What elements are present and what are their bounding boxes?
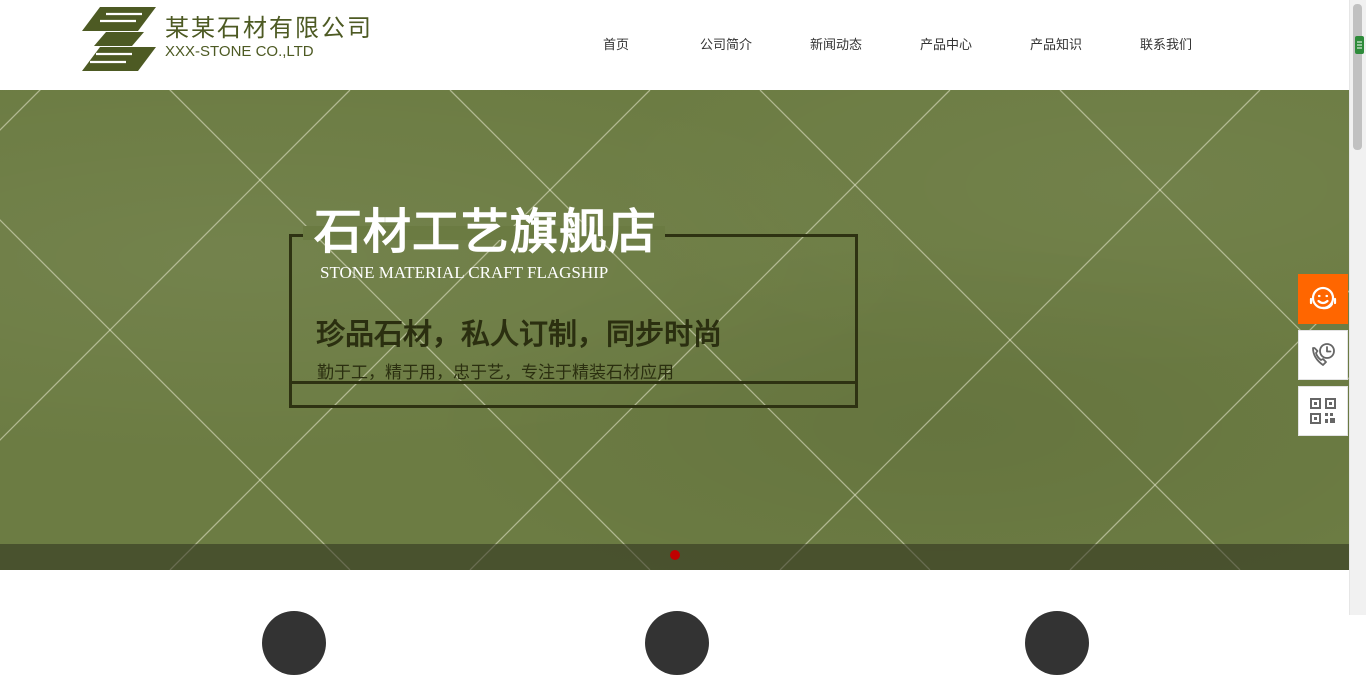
feature-circle [1025, 611, 1089, 675]
feature-circle [645, 611, 709, 675]
hero-banner[interactable]: 石材工艺旗舰店 STONE MATERIAL CRAFT FLAGSHIP 珍品… [0, 90, 1349, 570]
scrollbar-thumb[interactable] [1353, 4, 1362, 150]
nav-item-contact[interactable]: 联系我们 [1111, 30, 1221, 62]
slider-dot-active[interactable] [670, 550, 680, 560]
nav-item-products[interactable]: 产品中心 [891, 30, 1001, 62]
nav-item-home[interactable]: 首页 [561, 30, 671, 62]
logo-icon[interactable] [80, 6, 158, 72]
phone-icon [1312, 343, 1335, 366]
company-name-en: XXX-STONE CO.,LTD [165, 43, 314, 60]
customer-service-icon [1309, 286, 1337, 310]
qr-code-icon [1310, 398, 1336, 424]
qr-code-button[interactable] [1298, 386, 1348, 436]
banner-subtitle-en: STONE MATERIAL CRAFT FLAGSHIP [320, 263, 609, 282]
customer-service-button[interactable] [1298, 274, 1348, 324]
company-name[interactable]: 某某石材有限公司 [165, 12, 373, 44]
site-header: 某某石材有限公司 XXX-STONE CO.,LTD 首页 公司简介 新闻动态 … [0, 0, 1349, 90]
banner-slogan: 珍品石材，私人订制，同步时尚 [316, 317, 723, 351]
scroll-grip-icon [1355, 36, 1364, 54]
nav-item-about[interactable]: 公司简介 [671, 30, 781, 62]
nav-item-news[interactable]: 新闻动态 [781, 30, 891, 62]
page-scrollbar[interactable] [1349, 0, 1366, 615]
main-nav: 首页 公司简介 新闻动态 产品中心 产品知识 联系我们 [561, 30, 1221, 62]
nav-item-knowledge[interactable]: 产品知识 [1001, 30, 1111, 62]
content-section [0, 570, 1349, 615]
banner-title: 石材工艺旗舰店 [314, 204, 658, 260]
banner-description: 勤于工，精于用，忠于艺，专注于精装石材应用 [317, 363, 674, 383]
phone-button[interactable] [1298, 330, 1348, 380]
feature-circle [262, 611, 326, 675]
